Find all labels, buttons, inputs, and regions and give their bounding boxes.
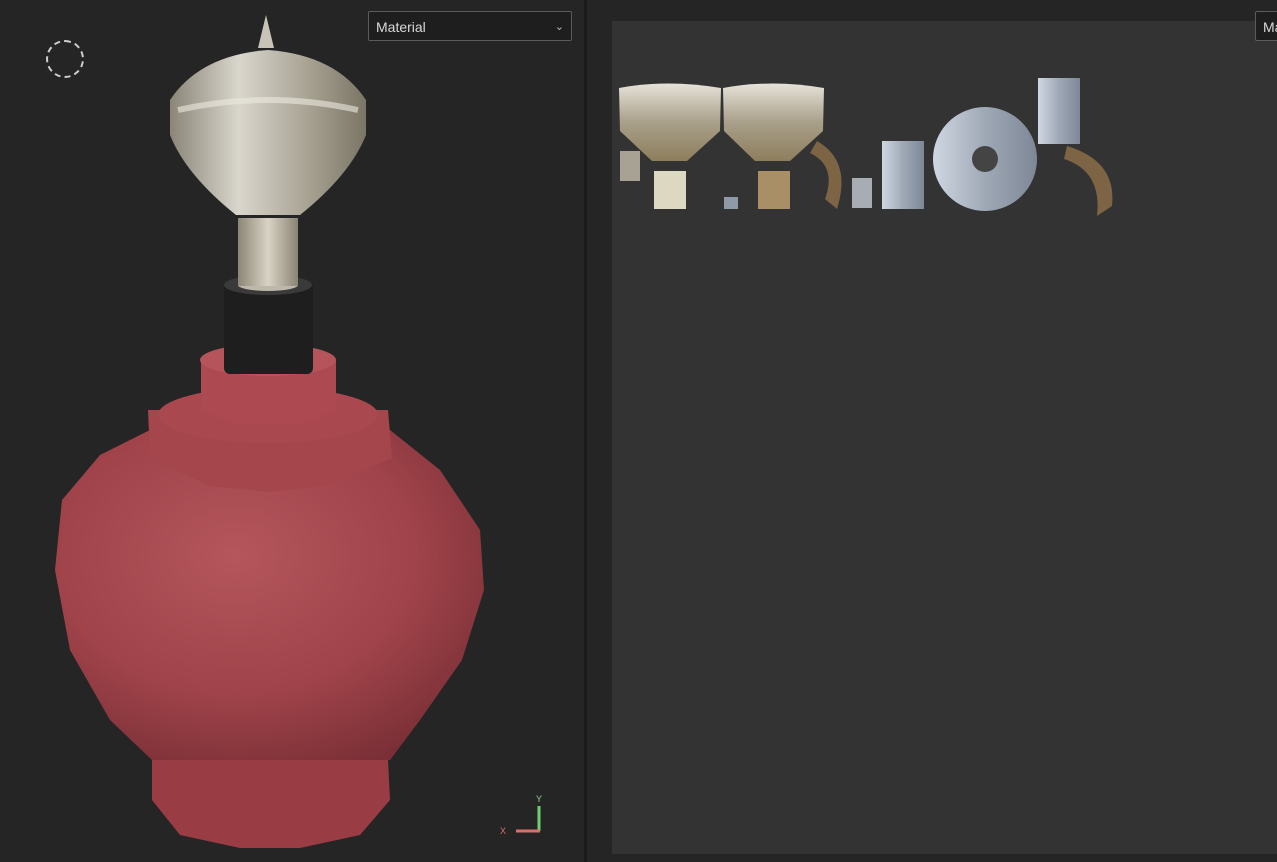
shading-mode-dropdown-3d[interactable]: Material ⌄ [368, 11, 572, 41]
viewport-2d-uv[interactable]: Ma [587, 0, 1277, 862]
lamp-socket [224, 282, 313, 374]
vase-foot [152, 760, 390, 848]
axis-x-label: X [500, 826, 506, 836]
axis-y-label: Y [536, 794, 542, 804]
lamp-finial [170, 50, 366, 215]
lamp-stem [238, 218, 298, 286]
uv-islands [619, 78, 1113, 216]
chevron-down-icon: ⌄ [554, 21, 564, 33]
shading-mode-dropdown-2d[interactable]: Ma [1255, 11, 1277, 41]
shading-mode-value: Ma [1263, 19, 1277, 35]
uv-canvas[interactable] [612, 21, 1277, 854]
vase-model[interactable] [0, 0, 584, 862]
camera-orbit-icon[interactable] [46, 40, 84, 78]
viewport-3d[interactable]: Material ⌄ Y X [0, 0, 584, 862]
axis-gizmo: Y X [496, 790, 556, 840]
shading-mode-value: Material [376, 19, 426, 35]
